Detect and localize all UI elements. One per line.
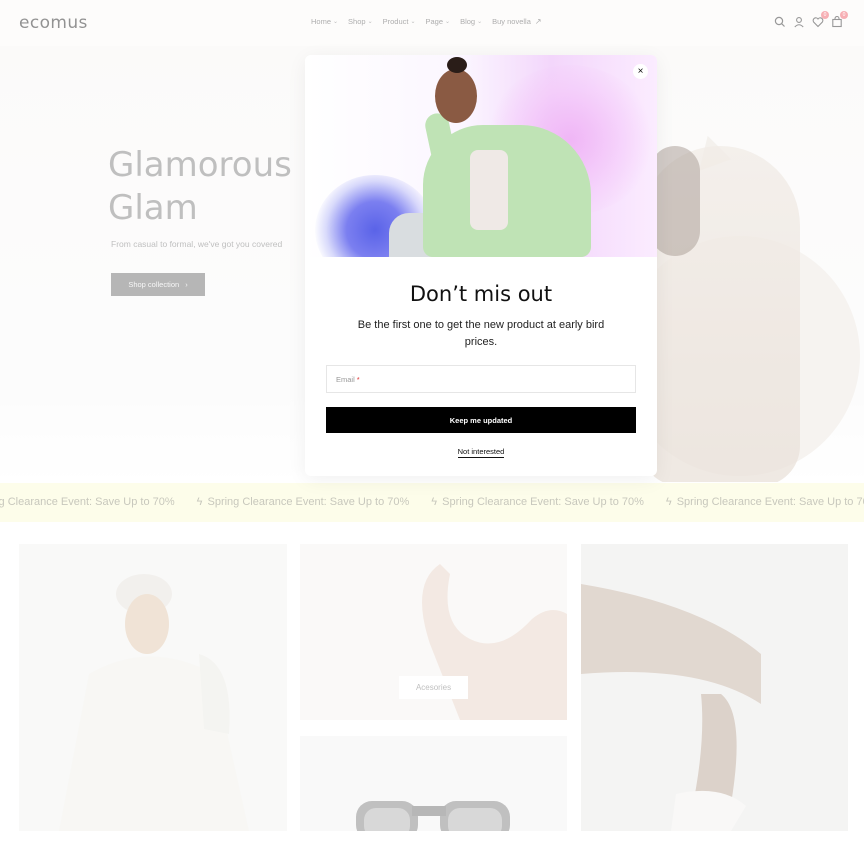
model-hair-bun (447, 57, 467, 73)
page: ecomus Home ⌄ Shop ⌄ Product ⌄ Page ⌄ Blog ⌄ … (0, 0, 864, 857)
model-shirt (470, 150, 508, 230)
newsletter-popup: × Don’t mis out Be the first one to get … (305, 55, 657, 476)
keep-me-updated-button[interactable]: Keep me updated (326, 407, 636, 433)
email-placeholder: Email (336, 374, 355, 384)
not-interested-link[interactable]: Not interested (457, 447, 505, 458)
not-interested-wrapper: Not interested (305, 447, 657, 458)
popup-description: Be the first one to get the new product … (357, 319, 605, 348)
close-icon: × (637, 66, 644, 77)
model-head (435, 69, 477, 123)
required-mark: * (356, 374, 360, 384)
popup-title: Don’t mis out (409, 282, 553, 306)
popup-image (305, 55, 657, 257)
email-input[interactable]: Email * (326, 365, 636, 393)
close-popup-button[interactable]: × (633, 64, 648, 79)
